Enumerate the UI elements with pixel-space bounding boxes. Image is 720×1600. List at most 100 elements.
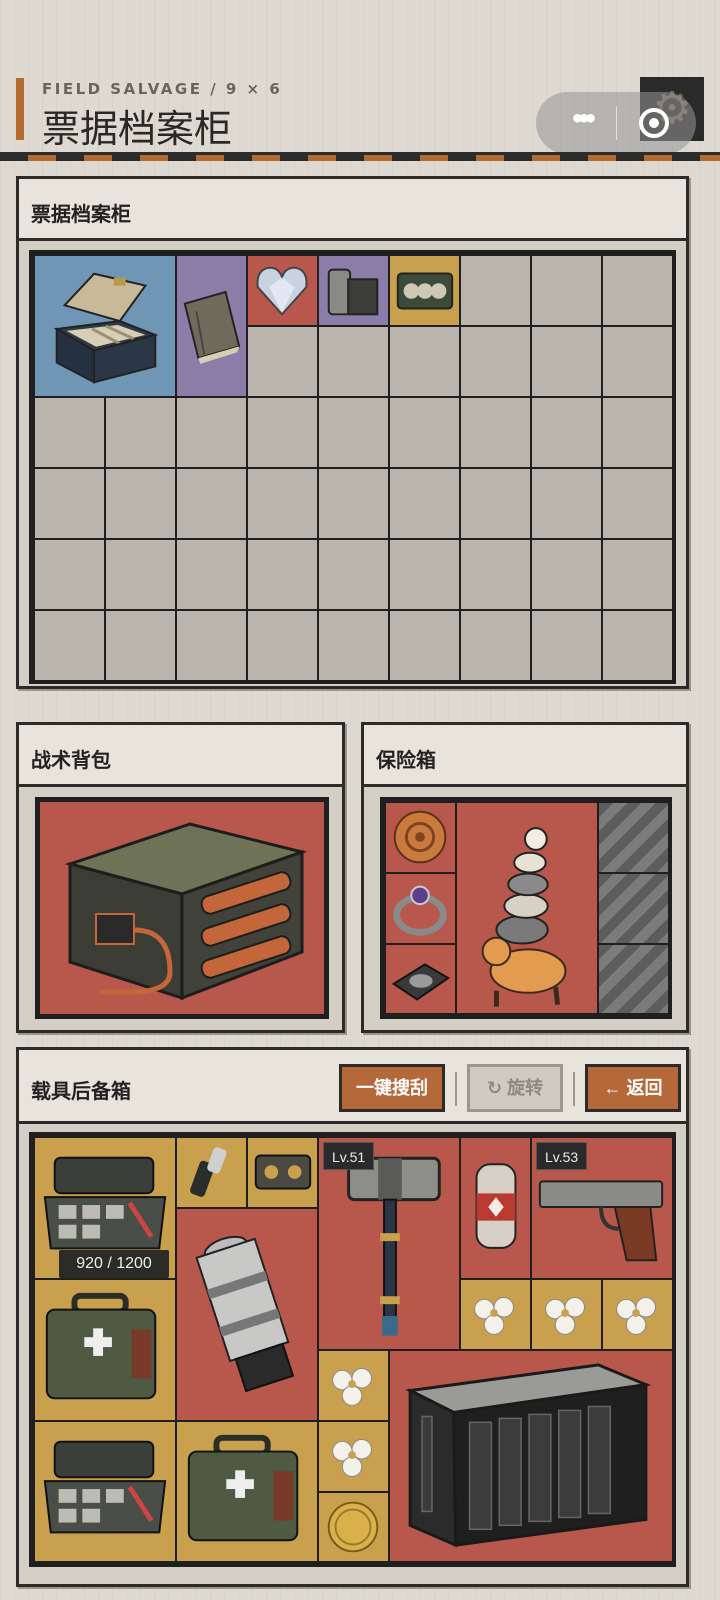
mooncake-item[interactable] — [385, 802, 456, 873]
empty-grid-cell[interactable] — [602, 468, 673, 539]
tool-case-item[interactable]: 920 / 1200 — [34, 1137, 176, 1279]
vehicle-trunk-title: 载具后备箱 — [31, 1081, 131, 1103]
durability-badge: 920 / 1200 — [59, 1250, 169, 1278]
empty-grid-cell[interactable] — [460, 468, 531, 539]
rotate-button[interactable]: ↻ 旋转 — [467, 1064, 563, 1112]
backpack-panel: 战术背包 — [16, 722, 345, 1033]
backpack-title: 战术背包 — [31, 750, 111, 772]
empty-grid-cell[interactable] — [176, 610, 247, 681]
empty-grid-cell[interactable] — [531, 468, 602, 539]
ticket-cabinet-header: 票据档案柜 — [19, 179, 686, 241]
safe-box-panel: 保险箱 — [361, 722, 689, 1033]
back-label: 返回 — [626, 1078, 663, 1098]
empty-grid-cell[interactable] — [602, 539, 673, 610]
header-accent-bar — [16, 78, 24, 140]
back-arrow-icon: ← — [603, 1078, 627, 1098]
empty-grid-cell[interactable] — [247, 326, 318, 397]
empty-grid-cell[interactable] — [602, 326, 673, 397]
ticket-cabinet-title: 票据档案柜 — [31, 204, 131, 226]
diamond-heart-item[interactable] — [247, 255, 318, 326]
locked-slot — [598, 944, 669, 1014]
old-notebook-item[interactable] — [176, 255, 247, 397]
empty-grid-cell[interactable] — [105, 468, 176, 539]
empty-grid-cell[interactable] — [531, 610, 602, 681]
film-reel-case-item[interactable] — [389, 255, 460, 326]
gem-ring-item[interactable] — [385, 873, 456, 944]
vehicle-trunk-panel: 载具后备箱 一键搜刮 ↻ 旋转 ← 返回 920 / 1200 Lv.51 Lv… — [16, 1047, 689, 1587]
empty-grid-cell[interactable] — [318, 539, 389, 610]
empty-grid-cell[interactable] — [389, 610, 460, 681]
empty-grid-cell[interactable] — [389, 468, 460, 539]
flower-item[interactable] — [318, 1350, 389, 1421]
flashlight-bundle-item[interactable] — [176, 1137, 247, 1208]
battery-pack-item[interactable] — [40, 802, 324, 1014]
empty-grid-cell[interactable] — [247, 397, 318, 468]
gold-coin-item[interactable] — [318, 1492, 389, 1562]
medical-kit-item[interactable] — [34, 1279, 176, 1421]
empty-grid-cell[interactable] — [105, 610, 176, 681]
server-nas-item[interactable] — [389, 1350, 673, 1562]
empty-grid-cell[interactable] — [531, 326, 602, 397]
empty-grid-cell[interactable] — [602, 610, 673, 681]
tool-case-item[interactable] — [34, 1421, 176, 1562]
back-button[interactable]: ← 返回 — [585, 1064, 681, 1112]
tape-deck-item[interactable] — [247, 1137, 318, 1208]
empty-grid-cell[interactable] — [531, 255, 602, 326]
empty-grid-cell[interactable] — [460, 610, 531, 681]
empty-grid-cell[interactable] — [247, 610, 318, 681]
flower-item[interactable] — [318, 1421, 389, 1492]
empty-grid-cell[interactable] — [176, 539, 247, 610]
empty-grid-cell[interactable] — [602, 397, 673, 468]
empty-grid-cell[interactable] — [318, 468, 389, 539]
empty-grid-cell[interactable] — [105, 397, 176, 468]
empty-grid-cell[interactable] — [389, 539, 460, 610]
empty-grid-cell[interactable] — [34, 539, 105, 610]
page-header: FIELD SALVAGE / 9 × 6 票据档案柜 ⚙ ••• — [0, 0, 720, 165]
empty-grid-cell[interactable] — [318, 610, 389, 681]
empty-grid-cell[interactable] — [460, 255, 531, 326]
empty-grid-cell[interactable] — [460, 326, 531, 397]
jewelry-box-item[interactable] — [34, 255, 176, 397]
flower-item[interactable] — [531, 1279, 602, 1350]
empty-grid-cell[interactable] — [34, 610, 105, 681]
search-all-button[interactable]: 一键搜刮 — [339, 1064, 445, 1112]
empty-grid-cell[interactable] — [34, 468, 105, 539]
empty-grid-cell[interactable] — [247, 468, 318, 539]
toolbar-divider — [455, 1072, 457, 1106]
metal-canister-item[interactable] — [318, 255, 389, 326]
locked-slot — [598, 873, 669, 944]
more-menu-button[interactable]: ••• — [554, 104, 610, 142]
pistol-item[interactable]: Lv.53 — [531, 1137, 673, 1279]
war-hammer-item[interactable]: Lv.51 — [318, 1137, 460, 1350]
empty-grid-cell[interactable] — [531, 539, 602, 610]
miniprogram-capsule: ••• — [536, 92, 696, 154]
page-title: 票据档案柜 — [42, 107, 233, 151]
close-miniprogram-icon[interactable] — [639, 108, 669, 138]
empty-grid-cell[interactable] — [176, 397, 247, 468]
backpack-header: 战术背包 — [19, 725, 342, 787]
empty-grid-cell[interactable] — [34, 397, 105, 468]
vehicle-trunk-header: 载具后备箱 一键搜刮 ↻ 旋转 ← 返回 — [19, 1050, 686, 1124]
empty-grid-cell[interactable] — [460, 539, 531, 610]
safe-box-header: 保险箱 — [364, 725, 686, 787]
empty-grid-cell[interactable] — [176, 468, 247, 539]
turbine-engine-item[interactable] — [176, 1208, 318, 1421]
medical-kit-item[interactable] — [176, 1421, 318, 1562]
ticket-cabinet-grid — [29, 250, 676, 684]
empty-grid-cell[interactable] — [318, 326, 389, 397]
empty-grid-cell[interactable] — [531, 397, 602, 468]
empty-grid-cell[interactable] — [247, 539, 318, 610]
empty-grid-cell[interactable] — [460, 397, 531, 468]
medicine-capsule-item[interactable] — [460, 1137, 531, 1279]
hammer-level-badge: Lv.51 — [323, 1142, 375, 1170]
empty-grid-cell[interactable] — [105, 539, 176, 610]
stacked-cats-item[interactable] — [456, 802, 598, 1014]
empty-grid-cell[interactable] — [389, 397, 460, 468]
hard-drive-item[interactable] — [385, 944, 456, 1014]
empty-grid-cell[interactable] — [602, 255, 673, 326]
empty-grid-cell[interactable] — [389, 326, 460, 397]
flower-item[interactable] — [460, 1279, 531, 1350]
flower-item[interactable] — [602, 1279, 673, 1350]
empty-grid-cell[interactable] — [318, 397, 389, 468]
page-subtitle: FIELD SALVAGE / 9 × 6 — [42, 80, 283, 98]
